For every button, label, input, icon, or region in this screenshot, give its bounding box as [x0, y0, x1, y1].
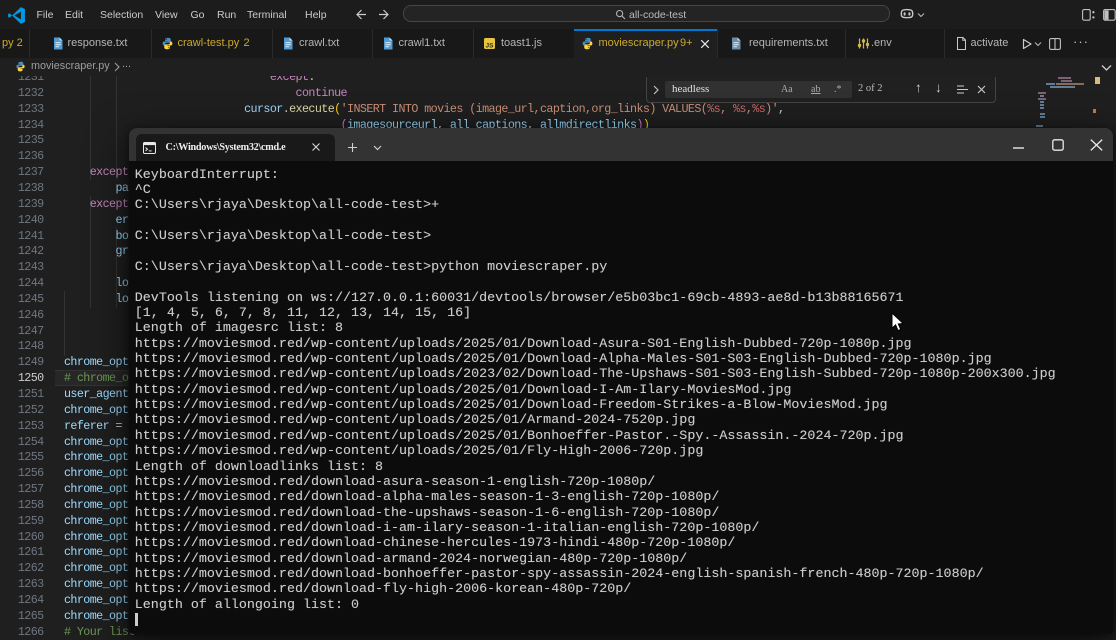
svg-text:JS: JS: [485, 43, 494, 50]
